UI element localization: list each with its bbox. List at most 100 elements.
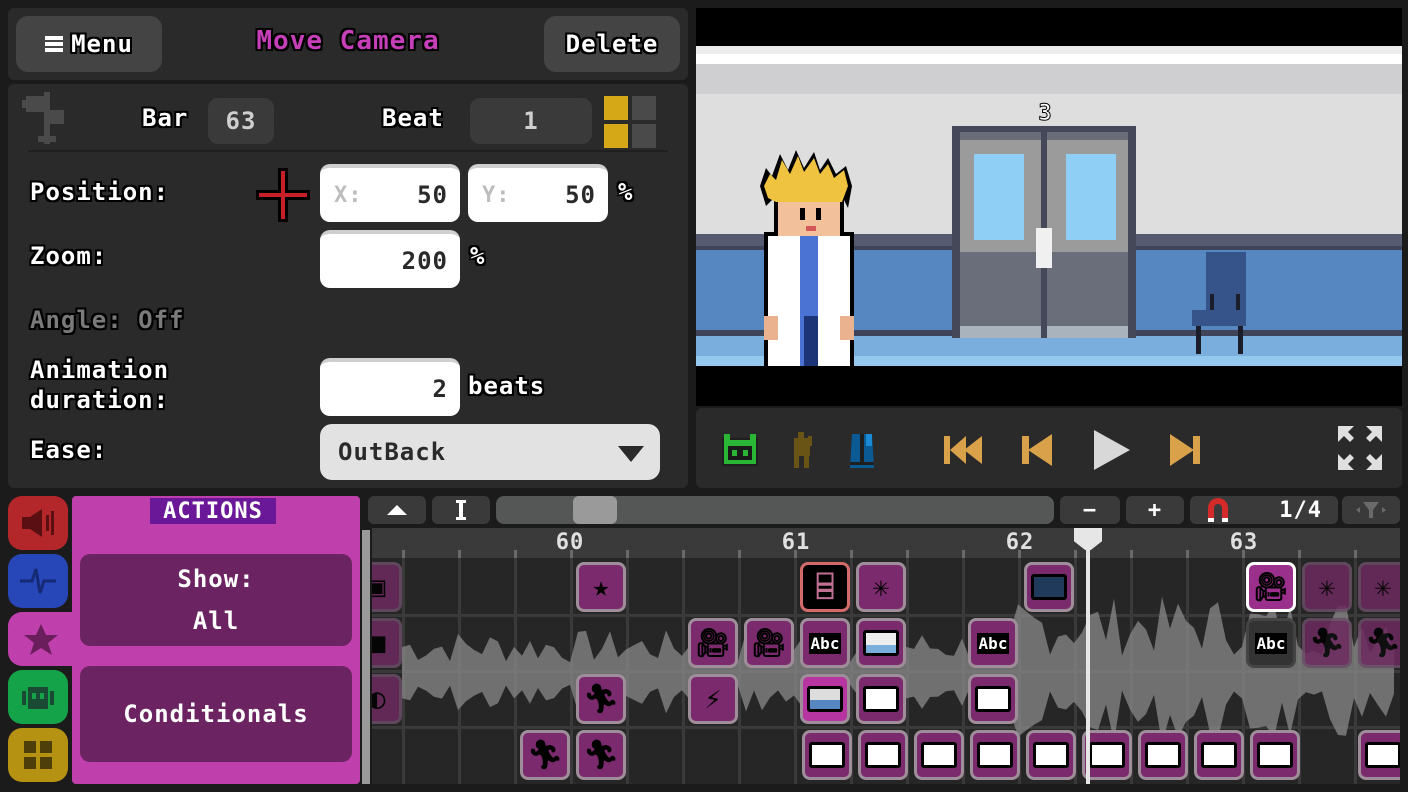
ease-dropdown[interactable]: OutBack	[320, 424, 660, 480]
bar-field[interactable]: 63	[208, 98, 274, 144]
ruler-tick	[906, 550, 909, 558]
event-block-move-camera-selected[interactable]: 🎥︎	[1246, 562, 1296, 612]
event-block-run[interactable]: 🏃︎	[576, 730, 626, 780]
category-rhythm-tab[interactable]	[8, 554, 68, 608]
event-block-text[interactable]: Abc	[968, 618, 1018, 668]
event-block-show-room[interactable]	[1024, 562, 1074, 612]
timeline-ruler[interactable]: 60 61 62 63	[372, 528, 1400, 558]
event-block-flash[interactable]: ✳	[856, 562, 906, 612]
event-block-move-camera[interactable]: ⌸	[800, 562, 850, 612]
position-y-input[interactable]: Y: 50	[468, 164, 608, 222]
event-block-text-disabled[interactable]: Abc	[1246, 618, 1296, 668]
animation-duration-input[interactable]: 2	[320, 358, 460, 416]
event-block-run[interactable]: 🏃︎	[1358, 618, 1400, 668]
crosshair-icon[interactable]	[256, 168, 310, 222]
actions-panel: ACTIONS Show: All Conditionals	[72, 496, 360, 784]
play-button[interactable]	[1086, 426, 1134, 474]
timeline-grid[interactable]: ▣ ★ ⌸ ✳ 🎥︎ ✳ ✳ ■ 🎥︎ 🎥︎ Abc Abc Abc 🏃︎ 🏃︎…	[372, 558, 1400, 784]
beat-label: Beat	[382, 104, 444, 132]
event-block-move-camera[interactable]: 🎥︎	[744, 618, 794, 668]
delete-button[interactable]: Delete	[544, 16, 680, 72]
fullscreen-icon[interactable]	[1334, 422, 1386, 474]
category-sprites-tab[interactable]	[8, 670, 68, 724]
event-block-window[interactable]	[856, 674, 906, 724]
angle-toggle[interactable]: Angle: Off	[30, 306, 185, 334]
character-icon[interactable]	[716, 426, 764, 474]
ruler-tick	[1298, 550, 1301, 558]
event-block-window[interactable]	[802, 730, 852, 780]
event-block-window[interactable]	[1026, 730, 1076, 780]
runner-icon: 🏃︎	[1309, 626, 1345, 659]
event-block-custom-flash[interactable]: ★	[576, 562, 626, 612]
rewind-to-start-button[interactable]	[940, 426, 988, 474]
event-block-window[interactable]	[1250, 730, 1300, 780]
zoom-label: Zoom:	[30, 242, 108, 270]
animation-unit: beats	[468, 372, 546, 400]
event-block-window[interactable]	[858, 730, 908, 780]
grid-icon	[24, 741, 52, 769]
zoom-in-button[interactable]: +	[1126, 496, 1184, 524]
event-block[interactable]: ■	[372, 618, 402, 668]
beat-field[interactable]: 1	[470, 98, 592, 144]
event-block-text[interactable]: Abc	[800, 618, 850, 668]
zoom-out-button[interactable]: −	[1060, 496, 1120, 524]
event-block-run[interactable]: 🏃︎	[1302, 618, 1352, 668]
animation-label-line2: duration:	[30, 386, 170, 414]
window-thumbnail	[809, 742, 845, 768]
event-block[interactable]: ◐	[372, 674, 402, 724]
event-block-window[interactable]	[914, 730, 964, 780]
beat-grid-icon[interactable]	[604, 96, 656, 148]
event-block-run[interactable]: 🏃︎	[576, 674, 626, 724]
event-block-window[interactable]	[1138, 730, 1188, 780]
timeline-vertical-scrollbar[interactable]	[362, 530, 370, 784]
playhead-line[interactable]	[1086, 530, 1090, 784]
event-block-move-camera[interactable]: 🎥︎	[688, 618, 738, 668]
ease-label: Ease:	[30, 436, 108, 464]
resize-vertical-icon	[456, 500, 466, 520]
category-sound-tab[interactable]	[8, 496, 68, 550]
event-block-lightning[interactable]: ⚡︎	[688, 674, 738, 724]
window-thumbnail	[1089, 742, 1125, 768]
event-block-window[interactable]	[968, 674, 1018, 724]
triangle-up-icon	[387, 505, 407, 515]
zoom-input[interactable]: 200	[320, 230, 460, 288]
filter-button[interactable]	[1342, 496, 1400, 524]
event-block-flash[interactable]: ✳	[1302, 562, 1352, 612]
metronome-icon[interactable]	[838, 426, 886, 474]
timeline-horizontal-scrollbar[interactable]	[496, 496, 1054, 524]
runner-icon: 🏃︎	[583, 682, 619, 715]
event-block-flash[interactable]: ✳	[1358, 562, 1400, 612]
event-block-window[interactable]	[1358, 730, 1400, 780]
scrollbar-thumb[interactable]	[573, 496, 618, 524]
snap-button[interactable]: 1/4	[1190, 496, 1338, 524]
camera-icon: 🎥︎	[695, 626, 731, 659]
event-block[interactable]: ▣	[372, 562, 402, 612]
conditionals-button[interactable]: Conditionals	[80, 666, 352, 762]
category-rooms-tab[interactable]	[8, 728, 68, 782]
event-block-window[interactable]	[856, 618, 906, 668]
event-block-room-preview[interactable]	[800, 674, 850, 724]
next-bar-button[interactable]	[1160, 426, 1208, 474]
ruler-tick	[402, 550, 405, 558]
expand-rows-button[interactable]	[432, 496, 490, 524]
lightning-icon: ⚡︎	[704, 682, 722, 715]
ruler-tick	[1186, 550, 1189, 558]
position-x-input[interactable]: X: 50	[320, 164, 460, 222]
previous-bar-button[interactable]	[1014, 426, 1062, 474]
ruler-tick	[794, 550, 797, 558]
event-block-window[interactable]	[970, 730, 1020, 780]
window-thumbnail	[1201, 742, 1237, 768]
figure-icon[interactable]	[780, 426, 828, 474]
game-preview[interactable]: 3	[696, 8, 1402, 406]
event-block-window[interactable]	[1194, 730, 1244, 780]
ruler-tick	[626, 550, 629, 558]
category-actions-tab[interactable]	[8, 612, 74, 666]
ease-value: OutBack	[338, 438, 447, 466]
collapse-up-button[interactable]	[368, 496, 426, 524]
event-block-run[interactable]: 🏃︎	[520, 730, 570, 780]
magnet-icon	[1208, 498, 1228, 522]
properties-panel: Bar 63 Beat 1 Position: X: 50 Y: 50 % Zo…	[8, 84, 688, 488]
zoom-percent: %	[470, 242, 486, 270]
show-filter-button[interactable]: Show: All	[80, 554, 352, 646]
star-icon: ★	[592, 570, 610, 603]
